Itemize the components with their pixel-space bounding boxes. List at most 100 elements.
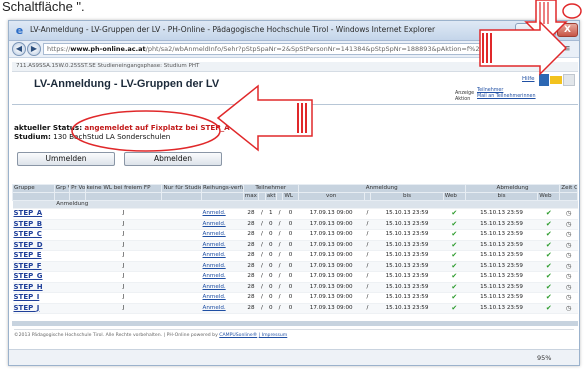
anmeldung-bis-cell: 15.10.13 23:59 xyxy=(370,229,444,241)
grp-vor-cell xyxy=(54,219,70,230)
anmeldung-von-cell: 17.09.13 09:00 xyxy=(298,261,365,272)
group-link[interactable]: STEP_G xyxy=(12,271,55,283)
copyright-text: ©2013 Pädagogische Hochschule Tirol. All… xyxy=(14,333,218,338)
link-mail-teilnehmer[interactable]: Mail an Teilnehmerinnen xyxy=(477,94,536,100)
wl-cell: 0 xyxy=(282,208,299,220)
group-link[interactable]: STEP_H xyxy=(12,282,55,293)
sep-cell: / xyxy=(258,208,266,220)
clock-icon[interactable]: ◷ xyxy=(559,240,578,251)
clock-icon[interactable]: ◷ xyxy=(559,219,578,230)
nur-fuer-cell xyxy=(161,271,202,283)
status-label: aktueller Status: xyxy=(14,123,83,132)
clock-icon[interactable]: ◷ xyxy=(559,303,578,314)
clock-icon[interactable]: ◷ xyxy=(559,250,578,262)
group-link[interactable]: STEP_E xyxy=(12,250,55,262)
status-area: aktueller Status: angemeldet auf Fixplat… xyxy=(14,123,314,145)
checkmark-icon: ✔ xyxy=(443,261,466,272)
menu-icon[interactable]: ≡ xyxy=(563,43,575,55)
checkmark-icon: ✔ xyxy=(537,240,560,251)
anmeld-link[interactable]: Anmeld. xyxy=(201,292,244,304)
anmeldung-von-cell: 17.09.13 09:00 xyxy=(298,219,365,230)
table-row: STEP_G J Anmeld. 28/0/0 17.09.13 09:00/15.10… xyxy=(12,271,578,283)
checkmark-icon: ✔ xyxy=(537,261,560,272)
clock-icon[interactable]: ◷ xyxy=(559,261,578,272)
back-arrow-icon[interactable]: ◀ xyxy=(12,42,26,56)
abmeldung-bis-cell: 15.10.13 23:59 xyxy=(465,261,538,272)
anmeldung-von-cell: 17.09.13 09:00 xyxy=(298,229,365,241)
keine-wl-cell: J xyxy=(85,250,162,262)
sep-cell: / xyxy=(364,303,371,314)
group-link[interactable]: STEP_C xyxy=(12,229,55,241)
clock-icon[interactable]: ◷ xyxy=(559,208,578,220)
akt-cell: 0 xyxy=(265,229,277,241)
col-teilnehmer: Teilnehmer xyxy=(242,184,299,193)
nur-fuer-cell xyxy=(161,208,202,220)
group-link[interactable]: STEP_D xyxy=(12,240,55,251)
keine-wl-cell: J xyxy=(85,229,162,241)
forward-arrow-icon[interactable]: ▶ xyxy=(27,42,41,56)
lock-icon[interactable]: 🔒 xyxy=(551,44,560,54)
campusonline-link[interactable]: CAMPUSonline® xyxy=(219,333,257,338)
max-cell: 28 xyxy=(243,229,259,241)
anmeld-link[interactable]: Anmeld. xyxy=(201,303,244,314)
page-header: LV-Anmeldung - LV-Gruppen der LV Hilfe A… xyxy=(12,73,578,105)
akt-cell: 0 xyxy=(265,250,277,262)
checkmark-icon: ✔ xyxy=(537,303,560,314)
col-nur-fuer: Nur für Studien xyxy=(161,184,203,193)
sep-cell: / xyxy=(276,229,283,241)
clock-icon[interactable]: ◷ xyxy=(559,282,578,293)
group-link[interactable]: STEP_A xyxy=(12,208,55,220)
grp-vor-cell xyxy=(54,271,70,283)
max-cell: 28 xyxy=(243,250,259,262)
maximize-button[interactable]: □ xyxy=(536,23,556,37)
max-cell: 28 xyxy=(243,261,259,272)
abmeldung-bis-cell: 15.10.13 23:59 xyxy=(465,229,538,241)
anmeld-link[interactable]: Anmeld. xyxy=(201,271,244,283)
group-link[interactable]: STEP_J xyxy=(12,303,55,314)
checkmark-icon: ✔ xyxy=(443,303,466,314)
anmeld-link[interactable]: Anmeld. xyxy=(201,261,244,272)
study-line: Studium: 130 BachStud LA Sonderschulen xyxy=(14,132,314,141)
ummelden-button[interactable]: Ummelden xyxy=(17,152,115,166)
anmeld-link[interactable]: Anmeld. xyxy=(201,240,244,251)
group-link[interactable]: STEP_I xyxy=(12,292,55,304)
anmeld-link[interactable]: Anmeld. xyxy=(201,229,244,241)
col-grp-vor: Grp Vor. xyxy=(53,184,71,193)
sep-cell: / xyxy=(364,261,371,272)
anmeld-link[interactable]: Anmeld. xyxy=(201,208,244,220)
sep-cell: / xyxy=(258,250,266,262)
impressum-link[interactable]: | Impressum xyxy=(259,333,288,338)
akt-cell: 0 xyxy=(265,282,277,293)
clock-icon[interactable]: ◷ xyxy=(559,292,578,304)
keine-wl-cell: J xyxy=(85,282,162,293)
anmeld-link[interactable]: Anmeld. xyxy=(201,282,244,293)
clock-icon[interactable]: ◷ xyxy=(559,271,578,283)
fragment-text: Schaltfläche ". xyxy=(2,0,85,14)
akt-cell: 1 xyxy=(265,208,277,220)
grp-vor-cell xyxy=(54,229,70,241)
col-anmeldung: Anmeldung xyxy=(297,184,466,193)
sep-cell: / xyxy=(258,292,266,304)
sub-bis: bis xyxy=(370,192,444,201)
close-button[interactable]: X xyxy=(557,23,578,37)
group-link[interactable]: STEP_B xyxy=(12,219,55,230)
group-link[interactable]: STEP_F xyxy=(12,261,55,272)
clock-icon[interactable]: ◷ xyxy=(559,229,578,241)
sep-cell: / xyxy=(258,219,266,230)
anmeldung-bis-cell: 15.10.13 23:59 xyxy=(370,303,444,314)
anmeld-link[interactable]: Anmeld. xyxy=(201,250,244,262)
grp-vor-cell xyxy=(54,208,70,220)
anmeld-link[interactable]: Anmeld. xyxy=(201,219,244,230)
zoom-level[interactable]: 95% xyxy=(537,354,551,362)
minimize-button[interactable]: – xyxy=(515,23,535,37)
browser-window: e LV-Anmeldung - LV-Gruppen der LV - PH-… xyxy=(8,20,580,366)
checkmark-icon: ✔ xyxy=(537,229,560,241)
anmeldung-bis-cell: 15.10.13 23:59 xyxy=(370,250,444,262)
abmelden-button[interactable]: Abmelden xyxy=(124,152,222,166)
abmeldung-bis-cell: 15.10.13 23:59 xyxy=(465,208,538,220)
help-link[interactable]: Hilfe xyxy=(522,76,535,82)
col-zeit-ort: Zeit Ort xyxy=(559,184,578,193)
max-cell: 28 xyxy=(243,282,259,293)
url-field[interactable]: https://www.ph-online.ac.at/pht/sa2/wbAn… xyxy=(43,43,548,55)
wl-cell: 0 xyxy=(282,271,299,283)
